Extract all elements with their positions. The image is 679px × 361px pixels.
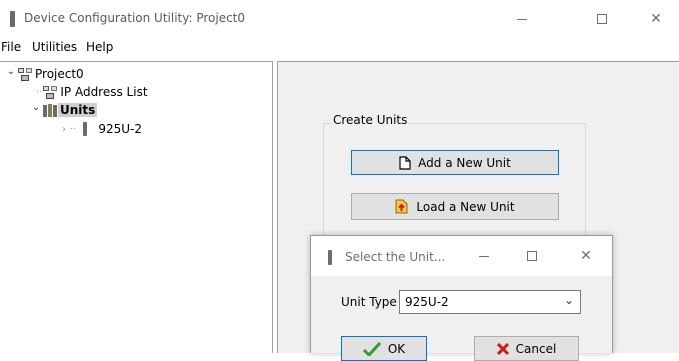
tree-item-label: Units bbox=[58, 103, 98, 117]
network-icon bbox=[18, 68, 32, 81]
window-title: Device Configuration Utility: Project0 bbox=[24, 11, 246, 25]
collapse-chevron-icon[interactable]: › bbox=[58, 124, 70, 135]
unit-type-value: 925U-2 bbox=[405, 295, 449, 309]
add-new-unit-button[interactable]: Add a New Unit bbox=[351, 150, 559, 175]
ok-label: OK bbox=[387, 341, 406, 356]
tree-connector: ·· bbox=[70, 123, 77, 135]
checkmark-icon bbox=[362, 341, 381, 356]
maximize-icon bbox=[527, 251, 537, 261]
tree-item-label: 925U-2 bbox=[98, 122, 143, 136]
select-unit-dialog: Select the Unit... ✕ Unit Type 925U-2 ⌄ … bbox=[310, 235, 613, 361]
x-mark-icon bbox=[496, 342, 509, 355]
minimize-icon bbox=[479, 255, 489, 257]
cancel-button[interactable]: Cancel bbox=[474, 336, 579, 361]
close-icon: ✕ bbox=[580, 248, 592, 264]
minimize-icon bbox=[517, 18, 527, 20]
close-icon: ✕ bbox=[650, 11, 662, 27]
load-new-unit-label: Load a New Unit bbox=[416, 199, 515, 214]
menu-file[interactable]: File bbox=[1, 40, 21, 54]
load-new-unit-button[interactable]: Load a New Unit bbox=[351, 193, 559, 220]
tree-item-label: Project0 bbox=[35, 67, 84, 81]
cancel-label: Cancel bbox=[515, 341, 557, 356]
close-button[interactable]: ✕ bbox=[638, 6, 674, 32]
dialog-maximize-button[interactable] bbox=[517, 244, 547, 268]
dialog-close-button[interactable]: ✕ bbox=[571, 244, 601, 268]
load-document-icon bbox=[395, 199, 408, 214]
ok-button[interactable]: OK bbox=[341, 336, 427, 361]
menu-utilities[interactable]: Utilities bbox=[32, 40, 77, 54]
maximize-icon bbox=[597, 14, 607, 24]
new-document-icon bbox=[399, 155, 411, 170]
tree-item-ip-address-list[interactable]: ·· IP Address List bbox=[36, 84, 150, 100]
unit-type-label: Unit Type bbox=[341, 295, 397, 309]
minimize-button[interactable] bbox=[504, 6, 540, 32]
menu-help[interactable]: Help bbox=[86, 40, 113, 54]
menu-bar: File Utilities Help bbox=[0, 38, 679, 58]
unit-type-select[interactable]: 925U-2 ⌄ bbox=[399, 290, 581, 314]
app-icon bbox=[328, 250, 332, 265]
tree-item-label: IP Address List bbox=[60, 85, 148, 99]
tree-item-units[interactable]: ⌄ Units bbox=[30, 102, 98, 118]
add-new-unit-label: Add a New Unit bbox=[418, 155, 511, 170]
expand-chevron-icon[interactable]: ⌄ bbox=[30, 102, 42, 113]
dialog-minimize-button[interactable] bbox=[469, 244, 499, 268]
expand-chevron-icon[interactable]: ⌄ bbox=[5, 66, 17, 77]
tree-item-925u-2[interactable]: › ·· 925U-2 bbox=[58, 121, 144, 137]
device-icon bbox=[83, 122, 88, 136]
network-icon bbox=[43, 86, 58, 99]
dialog-title: Select the Unit... bbox=[345, 250, 446, 264]
project-tree[interactable]: ⌄ Project0 ·· IP Address List ⌄ Units › … bbox=[0, 61, 273, 353]
maximize-button[interactable] bbox=[584, 6, 620, 32]
group-title: Create Units bbox=[331, 113, 410, 127]
chevron-down-icon: ⌄ bbox=[563, 293, 574, 307]
units-icon bbox=[43, 104, 57, 117]
app-icon bbox=[10, 11, 15, 27]
tree-item-project0[interactable]: ⌄ Project0 bbox=[5, 66, 86, 82]
